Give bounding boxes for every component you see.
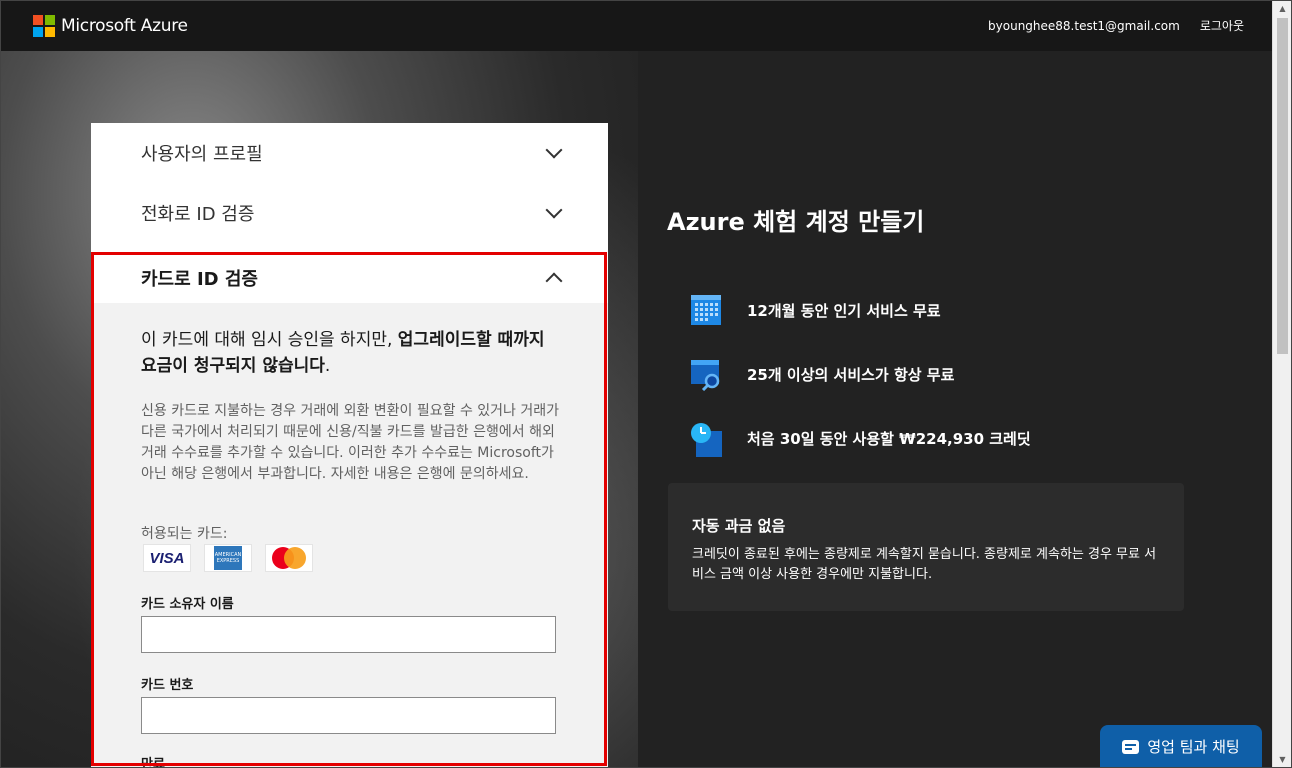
expiry-label: 만료 [141, 757, 165, 768]
brand-name: Microsoft Azure [61, 15, 188, 36]
intro-plain: 이 카드에 대해 임시 승인을 하지만, [141, 330, 398, 350]
accordion-profile-label: 사용자의 프로필 [141, 144, 263, 165]
benefit-item: 25개 이상의 서비스가 항상 무료 [690, 357, 955, 392]
amex-text: AMERICAN EXPRESS [214, 546, 242, 570]
chat-label: 영업 팀과 채팅 [1147, 738, 1240, 756]
chevron-down-icon [545, 201, 563, 219]
intro-end: . [324, 356, 331, 376]
accepted-cards: VISA AMERICAN EXPRESS [143, 544, 313, 572]
chat-bubble-icon [1122, 739, 1140, 754]
scrollbar-thumb[interactable] [1277, 18, 1288, 354]
calendar-icon [690, 293, 722, 327]
accordion-phone-label: 전화로 ID 검증 [141, 204, 255, 225]
cardholder-name-input[interactable] [141, 616, 556, 653]
mastercard-card-icon [265, 544, 313, 572]
chevron-down-icon [545, 141, 563, 159]
amex-card-icon: AMERICAN EXPRESS [204, 544, 252, 572]
scroll-up-arrow-icon[interactable]: ▲ [1273, 0, 1292, 17]
accordion-profile[interactable]: 사용자의 프로필 [91, 123, 608, 183]
microsoft-azure-logo[interactable]: Microsoft Azure [33, 14, 188, 37]
card-number-input[interactable] [141, 697, 556, 734]
visa-text: VISA [149, 549, 185, 567]
right-background [638, 51, 1272, 768]
benefit-text: 처음 30일 동안 사용할 ₩224,930 크레딧 [747, 429, 1031, 448]
card-number-label: 카드 번호 [141, 678, 194, 693]
clock-icon [690, 421, 722, 457]
page-scrollbar[interactable]: ▲ ▼ [1272, 0, 1292, 768]
info-title: 자동 과금 없음 [692, 517, 786, 535]
card-fee-description: 신용 카드로 지불하는 경우 거래에 외환 변환이 필요할 수 있거나 거래가 … [141, 403, 560, 482]
accepted-cards-label: 허용되는 카드: [141, 526, 228, 542]
benefit-item: 12개월 동안 인기 서비스 무료 [690, 293, 941, 327]
no-auto-charge-box: 자동 과금 없음 크레딧이 종료된 후에는 종량제로 계속할지 묻습니다. 종량… [668, 483, 1184, 611]
scroll-down-arrow-icon[interactable]: ▼ [1273, 751, 1292, 768]
user-email[interactable]: byounghee88.test1@gmail.com [988, 19, 1180, 33]
chevron-up-icon [545, 272, 563, 290]
card-intro-text: 이 카드에 대해 임시 승인을 하지만, 업그레이드할 때까지 요금이 청구되지… [141, 327, 561, 379]
search-window-icon [690, 357, 722, 392]
accordion-card-verification[interactable]: 카드로 ID 검증 [91, 253, 608, 303]
accordion-card-label: 카드로 ID 검증 [141, 269, 258, 290]
benefit-text: 12개월 동안 인기 서비스 무료 [747, 301, 941, 320]
benefit-text: 25개 이상의 서비스가 항상 무료 [747, 365, 955, 384]
info-body: 크레딧이 종료된 후에는 종량제로 계속할지 묻습니다. 종량제로 계속하는 경… [692, 547, 1157, 582]
accordion-phone-verification[interactable]: 전화로 ID 검증 [91, 183, 608, 243]
benefit-item: 처음 30일 동안 사용할 ₩224,930 크레딧 [690, 421, 1031, 457]
chat-with-sales-button[interactable]: 영업 팀과 채팅 [1100, 725, 1262, 768]
top-bar: Microsoft Azure byounghee88.test1@gmail.… [0, 0, 1272, 51]
card-verification-section: 카드로 ID 검증 이 카드에 대해 임시 승인을 하지만, 업그레이드할 때까… [91, 253, 608, 768]
cardholder-name-label: 카드 소유자 이름 [141, 597, 234, 612]
visa-card-icon: VISA [143, 544, 191, 572]
signup-form-panel: 사용자의 프로필 전화로 ID 검증 카드로 ID 검증 이 카드에 대해 임시… [91, 123, 608, 768]
promo-title: Azure 체험 계정 만들기 [667, 208, 925, 236]
logout-link[interactable]: 로그아웃 [1200, 17, 1244, 34]
microsoft-logo-icon [33, 14, 55, 37]
